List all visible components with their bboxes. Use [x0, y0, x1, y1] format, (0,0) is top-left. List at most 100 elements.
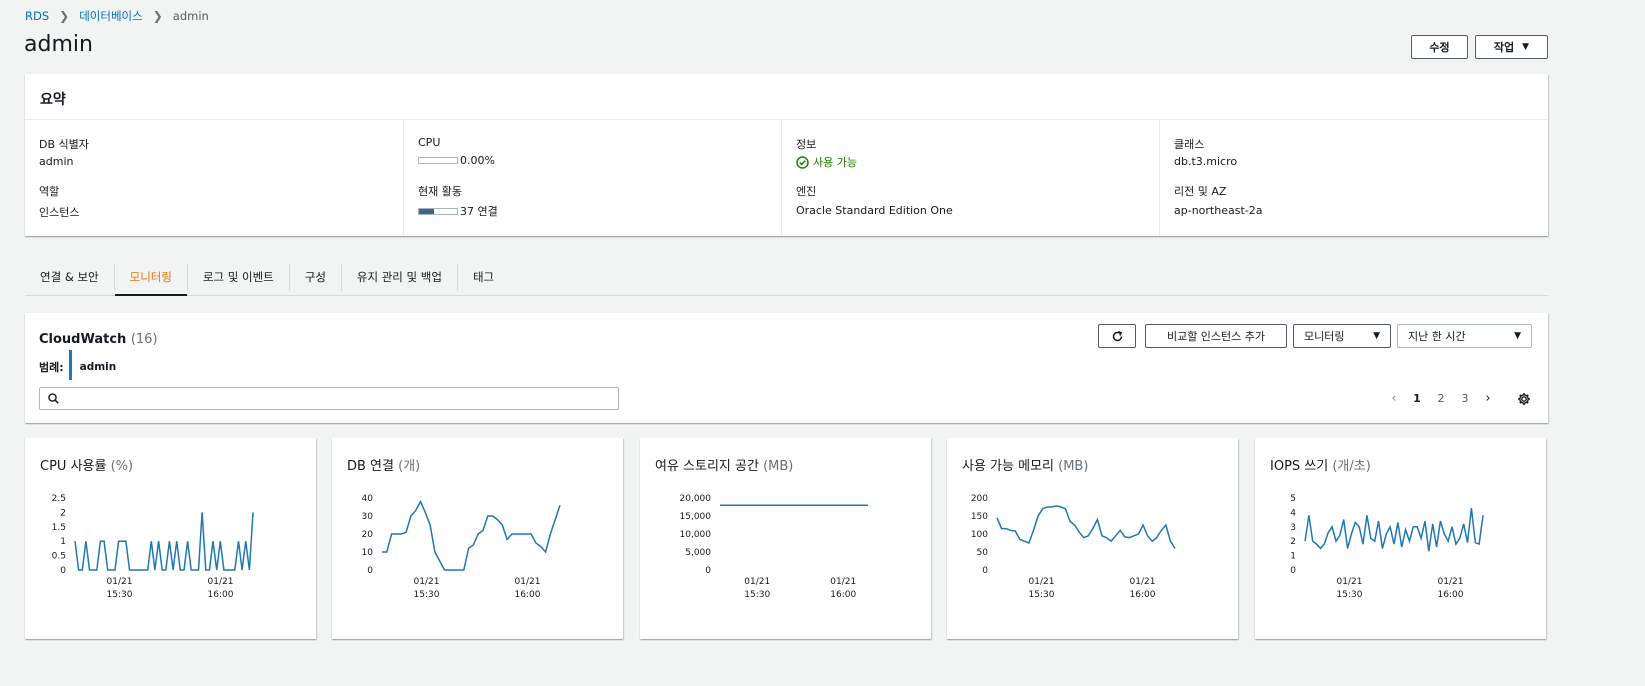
role-label: 역할	[39, 185, 60, 198]
search-icon	[48, 393, 59, 404]
actions-menu-button[interactable]: 작업 ▼	[1475, 35, 1548, 59]
y-tick-label: 5,000	[685, 548, 711, 558]
y-tick-label: 2	[1290, 537, 1296, 547]
chevron-right-icon[interactable]: ›	[1477, 391, 1499, 406]
metric-chart-card[interactable]: DB 연결 (개) 40 30 20 10 0 01/21 15:30 01/21 16:00	[332, 438, 623, 639]
cloudwatch-title: CloudWatch (16)	[39, 332, 158, 347]
region-label: 리전 및 AZ	[1174, 185, 1227, 198]
tab-maintenance-backup[interactable]: 유지 관리 및 백업	[342, 258, 457, 295]
class-value: db.t3.micro	[1174, 155, 1238, 168]
caret-down-icon: ▼	[1514, 331, 1521, 341]
monitoring-select[interactable]: 모니터링 ▼	[1293, 324, 1391, 348]
x-tick-label: 15:30	[1337, 590, 1363, 600]
x-tick-label: 15:30	[1029, 590, 1055, 600]
y-tick-label: 5	[1290, 494, 1296, 504]
summary-panel: 요약 DB 식별자 admin 역할 인스턴스 CPU 0.00% 현재 활동 …	[25, 74, 1548, 236]
refresh-button[interactable]	[1098, 324, 1136, 348]
actions-menu-label: 작업	[1493, 41, 1515, 54]
tab-logs-events[interactable]: 로그 및 이벤트	[188, 258, 289, 295]
chart-title-text: IOPS 쓰기	[1270, 459, 1333, 474]
compare-instances-button[interactable]: 비교할 인스턴스 추가	[1145, 324, 1287, 348]
chart-title-text: CPU 사용률	[40, 459, 111, 474]
x-tick-label: 16:00	[208, 590, 234, 600]
chart-title: 사용 가능 메모리 (MB)	[962, 455, 1088, 474]
series-line	[382, 499, 561, 571]
activity-progress-bar	[418, 207, 458, 215]
breadcrumb-rds-link[interactable]: RDS	[25, 9, 49, 23]
metric-chart-card[interactable]: 여유 스토리지 공간 (MB) 20,000 15,000 10,000 5,000 0 0…	[640, 438, 931, 639]
tab-tags[interactable]: 태그	[458, 258, 509, 295]
summary-column-4: 클래스 db.t3.micro 리전 및 AZ ap-northeast-2a	[1159, 120, 1548, 236]
x-tick-label: 01/21	[1337, 577, 1363, 587]
cpu-value: 0.00%	[418, 154, 495, 167]
page-1[interactable]: 1	[1405, 392, 1429, 405]
summary-column-3: 정보 사용 가능 엔진 Oracle Standard Edition One	[781, 120, 1159, 236]
tab-monitoring[interactable]: 모니터링	[114, 258, 188, 296]
monitoring-select-value: 모니터링	[1304, 330, 1345, 343]
gear-icon[interactable]	[1517, 392, 1531, 406]
refresh-icon	[1112, 330, 1122, 341]
cloudwatch-title-text: CloudWatch	[39, 332, 127, 347]
chart-title-text: 여유 스토리지 공간	[655, 459, 764, 474]
x-tick-label: 16:00	[515, 590, 541, 600]
page-2[interactable]: 2	[1429, 392, 1453, 405]
y-tick-label: 0.5	[52, 552, 66, 562]
x-tick-label: 01/21	[1029, 577, 1055, 587]
y-tick-label: 1.5	[52, 523, 66, 533]
chart-title: CPU 사용률 (%)	[40, 455, 133, 474]
time-range-select[interactable]: 지난 한 시간 ▼	[1397, 324, 1532, 348]
summary-heading: 요약	[25, 74, 1548, 120]
line-chart: 200 150 100 50 0 01/21 15:30 01/21 16:00	[971, 494, 1176, 600]
series-line	[1304, 508, 1484, 552]
chart-title: DB 연결 (개)	[347, 455, 420, 474]
legend-color-swatch	[68, 350, 72, 380]
search-input[interactable]	[65, 392, 618, 405]
chart-unit: (MB)	[1058, 459, 1089, 474]
y-tick-label: 10	[362, 548, 374, 558]
chart-title-text: 사용 가능 메모리	[962, 459, 1059, 474]
modify-button[interactable]: 수정	[1411, 35, 1468, 59]
page-3[interactable]: 3	[1453, 392, 1477, 405]
tab-configuration[interactable]: 구성	[290, 258, 341, 295]
x-tick-label: 01/21	[1130, 577, 1156, 587]
chevron-left-icon[interactable]: ‹	[1383, 391, 1405, 406]
y-tick-label: 20,000	[680, 494, 712, 504]
y-tick-label: 200	[971, 494, 988, 504]
y-tick-label: 1	[1290, 552, 1296, 562]
page-title: admin	[24, 32, 93, 57]
class-label: 클래스	[1174, 138, 1205, 151]
chart-title: IOPS 쓰기 (개/초)	[1270, 455, 1371, 474]
x-tick-label: 15:30	[414, 590, 440, 600]
x-tick-label: 01/21	[830, 577, 856, 587]
y-tick-label: 4	[1290, 508, 1296, 518]
cpu-label: CPU	[418, 136, 441, 149]
region-value: ap-northeast-2a	[1174, 204, 1263, 217]
y-tick-label: 150	[971, 512, 988, 522]
y-tick-label: 15,000	[680, 512, 712, 522]
y-tick-label: 20	[362, 530, 374, 540]
metric-chart-card[interactable]: CPU 사용률 (%) 2.5 2 1.5 1 0.5 0 01/21 15:30 01/21 16…	[25, 438, 316, 639]
x-tick-label: 01/21	[744, 577, 770, 587]
x-tick-label: 16:00	[1130, 590, 1156, 600]
info-label: 정보	[796, 138, 817, 151]
activity-value-text: 37 연결	[460, 205, 498, 218]
tab-connectivity[interactable]: 연결 & 보안	[25, 258, 114, 295]
breadcrumb-databases-link[interactable]: 데이터베이스	[79, 8, 142, 24]
x-tick-label: 01/21	[515, 577, 541, 587]
chart-unit: (개)	[398, 459, 421, 474]
db-id-value: admin	[39, 155, 74, 168]
y-tick-label: 0	[1290, 566, 1296, 576]
y-tick-label: 50	[977, 548, 989, 558]
metric-search	[39, 387, 619, 410]
metric-chart-card[interactable]: IOPS 쓰기 (개/초) 5 4 3 2 1 0 01/21 15:30 01/21 16:00	[1255, 438, 1546, 639]
line-chart: 2.5 2 1.5 1 0.5 0 01/21 15:30 01/21 16:00	[52, 494, 254, 600]
cpu-progress-bar	[418, 157, 458, 164]
y-tick-label: 1	[60, 537, 66, 547]
legend-item-admin[interactable]: admin	[80, 361, 117, 373]
legend: 범례: admin	[39, 350, 117, 380]
y-tick-label: 2.5	[52, 494, 66, 504]
line-chart: 5 4 3 2 1 0 01/21 15:30 01/21 16:00	[1290, 494, 1484, 600]
metric-chart-card[interactable]: 사용 가능 메모리 (MB) 200 150 100 50 0 01/21 15:30 01/2…	[947, 438, 1238, 639]
summary-column-1: DB 식별자 admin 역할 인스턴스	[25, 120, 403, 236]
line-chart: 20,000 15,000 10,000 5,000 0 01/21 15:30 01/21 1…	[680, 494, 868, 600]
